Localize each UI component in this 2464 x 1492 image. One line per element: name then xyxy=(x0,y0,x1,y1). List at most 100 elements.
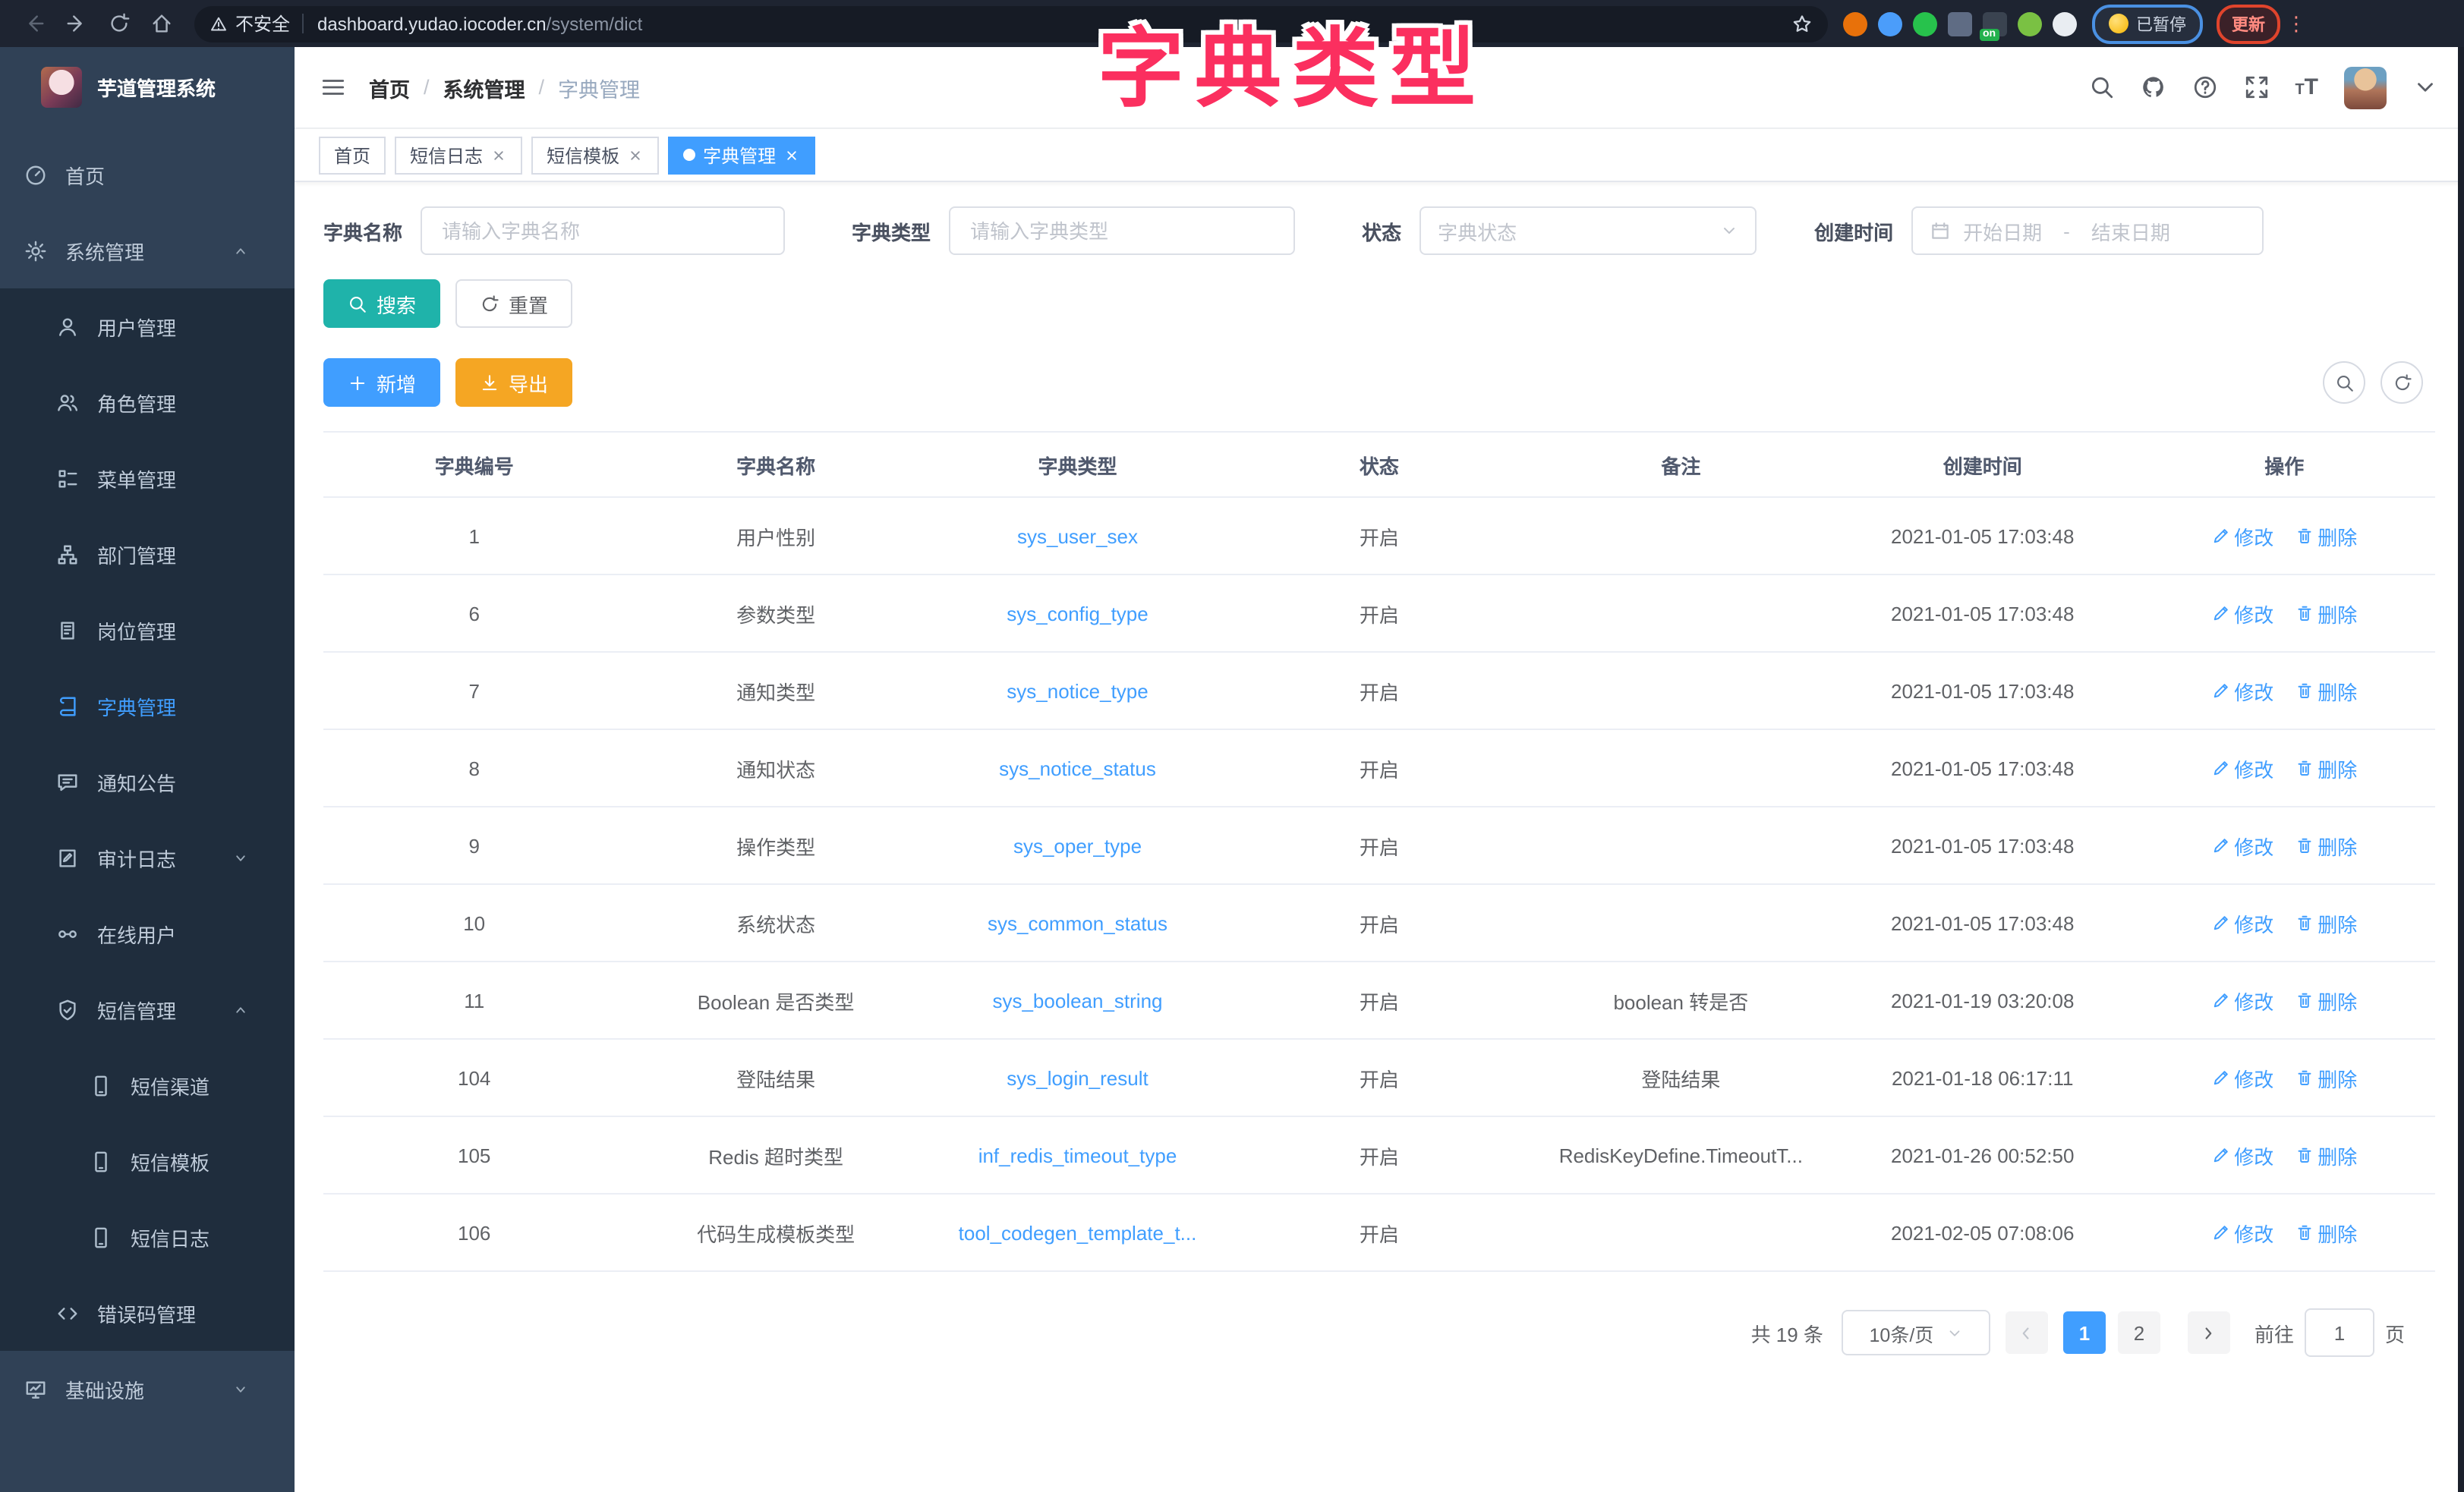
help-icon[interactable] xyxy=(2191,74,2217,100)
sidebar-item-字典管理[interactable]: 字典管理 xyxy=(0,668,295,744)
reset-button[interactable]: 重置 xyxy=(455,279,572,328)
edit-link[interactable]: 修改 xyxy=(2211,676,2273,705)
sidebar-item-错误码管理[interactable]: 错误码管理 xyxy=(0,1275,295,1351)
close-icon[interactable] xyxy=(490,146,507,163)
page-scrollbar[interactable] xyxy=(2458,47,2464,1492)
search-button[interactable]: 搜索 xyxy=(323,279,440,328)
tab-字典管理[interactable]: 字典管理 xyxy=(668,136,815,174)
delete-link[interactable]: 删除 xyxy=(2295,1063,2357,1092)
sidebar-item-部门管理[interactable]: 部门管理 xyxy=(0,516,295,592)
refresh-table-button[interactable] xyxy=(2381,361,2423,404)
extension-white-icon[interactable] xyxy=(2053,11,2077,36)
close-icon[interactable] xyxy=(627,146,644,163)
extension-green-circle-icon[interactable] xyxy=(1913,11,1937,36)
next-page-button[interactable] xyxy=(2188,1311,2230,1354)
chrome-update-button[interactable]: 更新 xyxy=(2217,4,2280,43)
dict-name-input[interactable] xyxy=(421,206,785,255)
tab-短信模板[interactable]: 短信模板 xyxy=(531,136,659,174)
edit-link[interactable]: 修改 xyxy=(2211,599,2273,628)
extension-orange-icon[interactable] xyxy=(1843,11,1867,36)
edit-link[interactable]: 修改 xyxy=(2211,1218,2273,1247)
tab-短信日志[interactable]: 短信日志 xyxy=(395,136,522,174)
sidebar-item-通知公告[interactable]: 通知公告 xyxy=(0,744,295,820)
security-label[interactable]: 不安全 xyxy=(235,11,290,36)
home-icon[interactable] xyxy=(143,5,179,42)
prev-page-button[interactable] xyxy=(2006,1311,2048,1354)
sidebar-item-用户管理[interactable]: 用户管理 xyxy=(0,288,295,364)
hamburger-icon[interactable] xyxy=(320,74,346,100)
extension-grid-icon[interactable] xyxy=(1948,11,1972,36)
sidebar-item-审计日志[interactable]: 审计日志 xyxy=(0,820,295,896)
delete-link[interactable]: 删除 xyxy=(2295,1218,2357,1247)
close-icon[interactable] xyxy=(783,146,800,163)
edit-link[interactable]: 修改 xyxy=(2211,521,2273,550)
dict-type-input[interactable] xyxy=(949,206,1295,255)
delete-link[interactable]: 删除 xyxy=(2295,986,2357,1015)
delete-link[interactable]: 删除 xyxy=(2295,521,2357,550)
edit-link[interactable]: 修改 xyxy=(2211,1063,2273,1092)
page-button-2[interactable]: 2 xyxy=(2118,1311,2160,1354)
app-logo-row[interactable]: 芋道管理系统 xyxy=(0,47,295,127)
edit-link[interactable]: 修改 xyxy=(2211,986,2273,1015)
delete-link[interactable]: 删除 xyxy=(2295,908,2357,937)
cell-dict-type[interactable]: sys_notice_status xyxy=(927,729,1228,807)
edit-link[interactable]: 修改 xyxy=(2211,831,2273,860)
sidebar-item-在线用户[interactable]: 在线用户 xyxy=(0,896,295,971)
cell-dict-type[interactable]: tool_codegen_template_t... xyxy=(927,1194,1228,1271)
url-domain[interactable]: dashboard.yudao.iocoder.cn xyxy=(317,13,547,34)
header-search-icon[interactable] xyxy=(2088,74,2114,100)
date-range-picker[interactable]: 开始日期 - 结束日期 xyxy=(1911,206,2264,255)
breadcrumb-home[interactable]: 首页 xyxy=(369,72,410,102)
forward-icon[interactable] xyxy=(58,5,94,42)
cell-dict-type[interactable]: sys_common_status xyxy=(927,884,1228,962)
delete-link[interactable]: 删除 xyxy=(2295,676,2357,705)
extension-blue-gem-icon[interactable] xyxy=(1878,11,1902,36)
sidebar-item-系统管理[interactable]: 系统管理 xyxy=(0,212,295,288)
address-bar[interactable]: 不安全 dashboard.yudao.iocoder.cn /system/d… xyxy=(194,5,1828,42)
fullscreen-icon[interactable] xyxy=(2243,74,2269,100)
tab-首页[interactable]: 首页 xyxy=(319,136,386,174)
cell-dict-type[interactable]: inf_redis_timeout_type xyxy=(927,1116,1228,1194)
sidebar-item-短信日志[interactable]: 短信日志 xyxy=(0,1199,295,1275)
edit-link[interactable]: 修改 xyxy=(2211,908,2273,937)
cell-dict-type[interactable]: sys_notice_type xyxy=(927,652,1228,729)
page-button-1[interactable]: 1 xyxy=(2063,1311,2106,1354)
sidebar-item-菜单管理[interactable]: 菜单管理 xyxy=(0,440,295,516)
export-button[interactable]: 导出 xyxy=(455,358,572,407)
back-icon[interactable] xyxy=(15,5,52,42)
delete-link[interactable]: 删除 xyxy=(2295,599,2357,628)
sidebar-item-岗位管理[interactable]: 岗位管理 xyxy=(0,592,295,668)
bookmark-star-icon[interactable] xyxy=(1791,13,1813,34)
sidebar-item-首页[interactable]: 首页 xyxy=(0,137,295,212)
cell-dict-type[interactable]: sys_user_sex xyxy=(927,497,1228,574)
browser-menu-kebab-icon[interactable]: ⋮ xyxy=(2286,11,2306,36)
sidebar-item-短信管理[interactable]: 短信管理 xyxy=(0,971,295,1047)
avatar-caret-down-icon[interactable] xyxy=(2412,74,2438,100)
sidebar-item-短信模板[interactable]: 短信模板 xyxy=(0,1123,295,1199)
reload-icon[interactable] xyxy=(100,5,137,42)
edit-link[interactable]: 修改 xyxy=(2211,754,2273,782)
delete-link[interactable]: 删除 xyxy=(2295,754,2357,782)
paused-extension-chip[interactable]: 已暂停 xyxy=(2092,4,2203,43)
delete-link[interactable]: 删除 xyxy=(2295,1141,2357,1169)
add-button[interactable]: 新增 xyxy=(323,358,440,407)
cell-dict-type[interactable]: sys_oper_type xyxy=(927,807,1228,884)
status-select[interactable]: 字典状态 xyxy=(1419,206,1757,255)
sidebar-item-基础设施[interactable]: 基础设施 xyxy=(0,1351,295,1427)
delete-link[interactable]: 删除 xyxy=(2295,831,2357,860)
toggle-search-button[interactable] xyxy=(2323,361,2365,404)
font-size-icon[interactable]: TT xyxy=(2295,74,2318,101)
breadcrumb-system[interactable]: 系统管理 xyxy=(443,72,525,102)
extension-lines-icon[interactable]: on xyxy=(1983,11,2007,36)
sidebar-item-角色管理[interactable]: 角色管理 xyxy=(0,364,295,440)
github-icon[interactable] xyxy=(2140,74,2166,100)
cell-dict-type[interactable]: sys_boolean_string xyxy=(927,962,1228,1039)
cell-dict-type[interactable]: sys_login_result xyxy=(927,1039,1228,1116)
cell-dict-type[interactable]: sys_config_type xyxy=(927,574,1228,652)
goto-page-input[interactable] xyxy=(2305,1308,2374,1357)
extension-leaf-icon[interactable] xyxy=(2018,11,2042,36)
edit-link[interactable]: 修改 xyxy=(2211,1141,2273,1169)
page-size-select[interactable]: 10条/页 xyxy=(1842,1310,1990,1355)
sidebar-item-短信渠道[interactable]: 短信渠道 xyxy=(0,1047,295,1123)
user-avatar[interactable] xyxy=(2344,66,2387,109)
